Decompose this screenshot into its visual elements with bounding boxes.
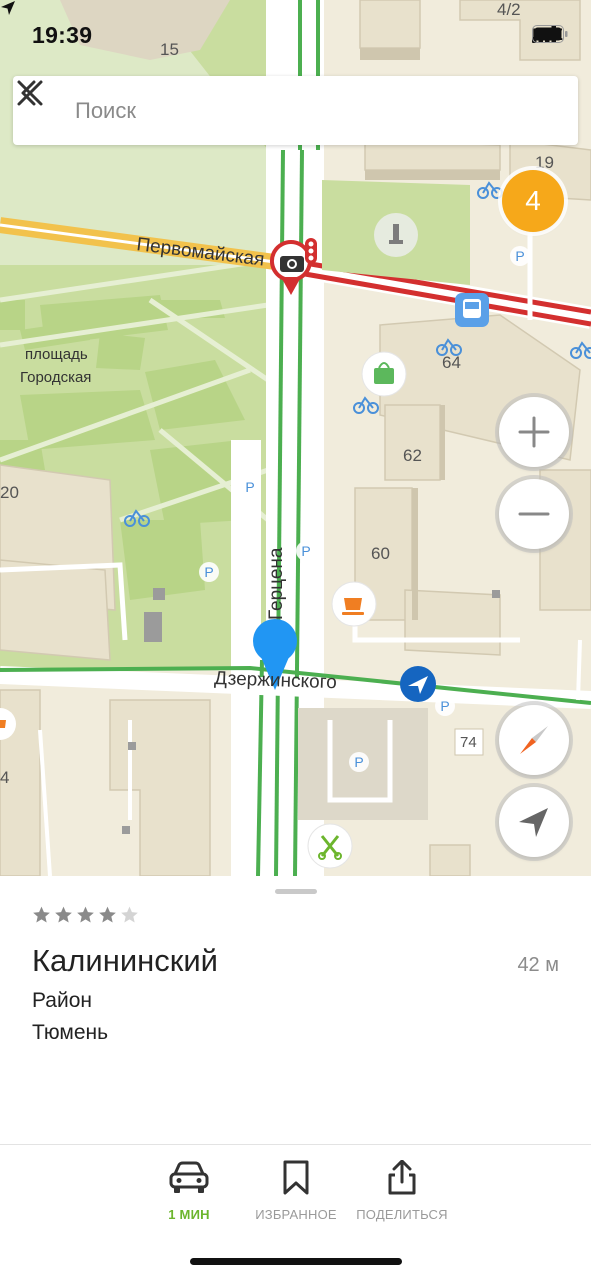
parking-label: P — [204, 564, 213, 580]
house-number: 60 — [371, 544, 390, 563]
status-bar: 19:39 LTE — [0, 0, 591, 70]
street-label-dzerzhinskogo: Дзержинского — [214, 668, 337, 693]
area-label-square-name: Городская — [20, 369, 92, 386]
route-button[interactable]: 1 МИН — [134, 1160, 244, 1222]
compass-icon — [520, 726, 548, 754]
bookmark-icon — [283, 1160, 309, 1195]
star-filled-icon — [99, 906, 116, 923]
divider — [0, 1144, 591, 1145]
house-number: 4 — [0, 768, 10, 787]
rating-stars — [31, 905, 140, 925]
parking-label: P — [301, 543, 310, 559]
place-title: Калининский — [32, 943, 218, 978]
zoom-in-button[interactable] — [499, 397, 569, 467]
status-time: 19:39 — [32, 22, 93, 48]
location-arrow-icon — [1, 1, 15, 15]
battery-icon — [532, 25, 568, 43]
zoom-out-button[interactable] — [499, 479, 569, 549]
minus-icon — [518, 512, 550, 516]
share-button[interactable]: ПОДЕЛИТЬСЯ — [347, 1160, 457, 1222]
street-label-gertsena: Герцена — [266, 547, 287, 620]
place-city: Тюмень — [32, 1021, 109, 1044]
favorites-button[interactable]: ИЗБРАННОЕ — [241, 1160, 351, 1222]
place-card[interactable]: Калининский 42 м Район Тюмень 1 МИН ИЗБР… — [0, 876, 591, 1280]
star-empty-icon — [121, 906, 138, 923]
share-icon — [388, 1160, 416, 1195]
map-view[interactable]: P P P P P P Первомайская Герцена Дзержин… — [0, 0, 591, 876]
star-filled-icon — [55, 906, 72, 923]
search-input[interactable] — [75, 96, 505, 126]
parking-label: P — [354, 754, 363, 770]
poi-cluster[interactable]: 4 — [502, 170, 564, 232]
house-number: 20 — [0, 483, 19, 502]
parking-label: P — [515, 248, 524, 264]
my-location-button[interactable] — [499, 787, 569, 857]
navigation-arrow-icon — [519, 808, 548, 837]
parking-label: P — [440, 698, 449, 714]
star-filled-icon — [77, 906, 94, 923]
share-label: ПОДЕЛИТЬСЯ — [356, 1207, 448, 1222]
area-label-square: площадь — [25, 346, 88, 363]
route-time-label: 1 МИН — [168, 1207, 210, 1222]
plus-icon — [518, 416, 550, 448]
star-filled-icon — [33, 906, 50, 923]
house-number: 62 — [403, 446, 422, 465]
home-indicator[interactable] — [190, 1258, 402, 1265]
place-distance: 42 м — [517, 954, 559, 976]
close-icon[interactable] — [13, 76, 47, 110]
sheet-drag-handle[interactable] — [275, 889, 317, 894]
favorites-label: ИЗБРАННОЕ — [255, 1207, 337, 1222]
house-number: 74 — [460, 734, 477, 751]
compass-button[interactable] — [499, 705, 569, 775]
house-number: 64 — [442, 353, 461, 372]
search-bar — [13, 76, 578, 145]
place-type: Район — [32, 989, 92, 1012]
parking-label: P — [245, 479, 254, 495]
car-icon — [169, 1161, 209, 1193]
